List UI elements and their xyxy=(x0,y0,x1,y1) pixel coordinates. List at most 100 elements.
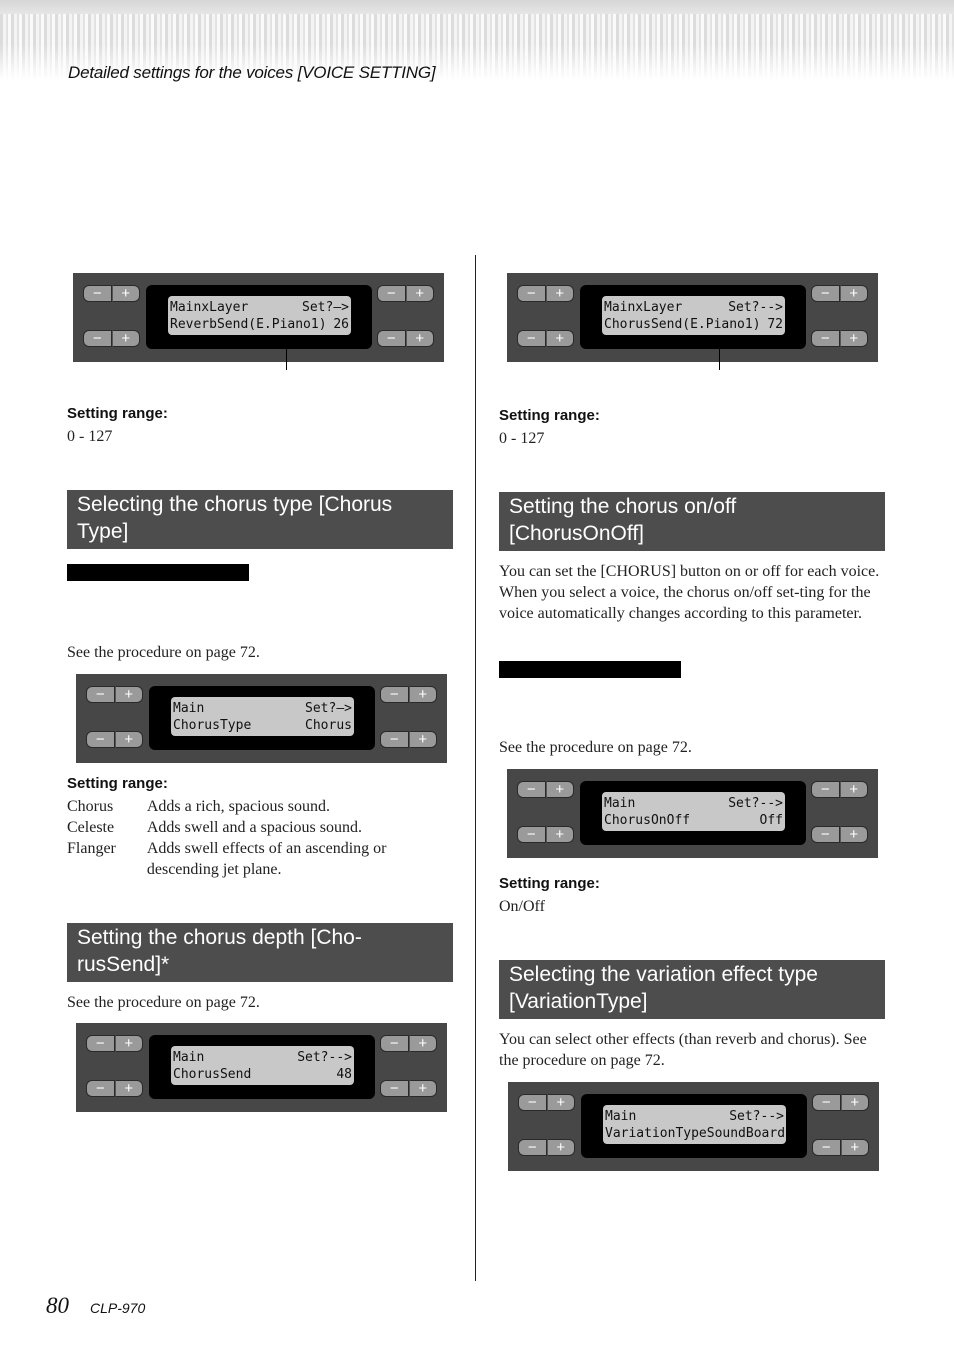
setting-range-value: On/Off xyxy=(499,898,545,915)
lcd-parameter: Main xyxy=(173,701,205,716)
callout-line xyxy=(719,338,720,370)
procedure-text: See the procedure on page 72. xyxy=(499,739,692,756)
minus-button[interactable]: − xyxy=(83,330,112,347)
minus-button[interactable]: − xyxy=(377,330,406,347)
lcd-frame: Main Set?--> VariationType SoundBoard xyxy=(581,1094,807,1158)
plus-button[interactable]: + xyxy=(408,1035,437,1052)
lcd-frame: MainxLayer Set?—> ReverbSend(E.Piano1) 26 xyxy=(146,285,372,349)
minus-button[interactable]: − xyxy=(812,1139,841,1156)
lcd-panel-reverb-send: − + − + − + − + MainxLayer Set?—> ReverbSend(E.Pia… xyxy=(73,273,444,362)
procedure-text: See the procedure on page 72. xyxy=(67,994,260,1011)
plus-button[interactable]: + xyxy=(546,1139,575,1156)
lcd-parameter: Main xyxy=(173,1050,205,1065)
header-banner-strip xyxy=(0,0,954,14)
plus-button[interactable]: + xyxy=(545,826,574,843)
option-name: Celeste xyxy=(67,819,115,836)
plus-button[interactable]: + xyxy=(111,330,140,347)
plus-button[interactable]: + xyxy=(546,1094,575,1111)
plus-button[interactable]: + xyxy=(111,285,140,302)
plus-button[interactable]: + xyxy=(545,330,574,347)
setting-range-label: Setting range: xyxy=(67,775,168,792)
minus-button[interactable]: − xyxy=(380,1080,409,1097)
button-pair-lower-right: − + xyxy=(377,330,434,347)
lcd-frame: Main Set?--> ChorusOnOff Off xyxy=(580,781,806,845)
minus-button[interactable]: − xyxy=(811,285,840,302)
option-name: Flanger xyxy=(67,840,116,857)
plus-button[interactable]: + xyxy=(408,731,437,748)
lcd-line-1: MainxLayer Set?--> xyxy=(604,299,783,316)
lcd-parameter: ChorusSend(E.Piano1) xyxy=(604,317,761,332)
button-pair-upper-right: − + xyxy=(377,285,434,302)
button-pair-upper-right: − + xyxy=(380,686,437,703)
minus-button[interactable]: − xyxy=(83,285,112,302)
lcd-value: Set?—> xyxy=(302,300,349,315)
minus-button[interactable]: − xyxy=(380,1035,409,1052)
minus-button[interactable]: − xyxy=(517,330,546,347)
plus-button[interactable]: + xyxy=(545,781,574,798)
description-text: You can select other effects (than rever… xyxy=(499,1031,867,1069)
lcd-line-2: ChorusSend 48 xyxy=(173,1066,352,1083)
lcd-parameter: Main xyxy=(605,1109,637,1124)
minus-button[interactable]: − xyxy=(518,1139,547,1156)
minus-button[interactable]: − xyxy=(380,686,409,703)
minus-button[interactable]: − xyxy=(86,1035,115,1052)
lcd-panel-chorus-onoff: − + − + − + − + Main Set?--> ChorusOnOff Off xyxy=(507,769,878,858)
lcd-display: MainxLayer Set?—> ReverbSend(E.Piano1) 26 xyxy=(168,296,351,335)
lcd-value: 72 xyxy=(767,317,783,332)
setting-range-label: Setting range: xyxy=(67,405,168,422)
lcd-value: Set?--> xyxy=(728,796,783,811)
minus-button[interactable]: − xyxy=(517,826,546,843)
minus-button[interactable]: − xyxy=(86,686,115,703)
lcd-parameter: ChorusOnOff xyxy=(604,813,691,828)
lcd-line-2: ChorusType Chorus xyxy=(173,717,352,734)
callout-line xyxy=(286,338,287,370)
lcd-frame: MainxLayer Set?--> ChorusSend(E.Piano1) 72 xyxy=(580,285,806,349)
button-pair-lower-left: − + xyxy=(517,826,574,843)
setting-range-label: Setting range: xyxy=(499,875,600,892)
lcd-panel-chorus-type: − + − + − + − + Main Set?—> ChorusType Chorus xyxy=(76,674,447,763)
plus-button[interactable]: + xyxy=(114,1035,143,1052)
minus-button[interactable]: − xyxy=(86,731,115,748)
minus-button[interactable]: − xyxy=(811,826,840,843)
plus-button[interactable]: + xyxy=(114,731,143,748)
minus-button[interactable]: − xyxy=(518,1094,547,1111)
minus-button[interactable]: − xyxy=(811,781,840,798)
section-heading-chorus-type: Selecting the chorus type [Chorus Type] xyxy=(67,490,453,549)
button-pair-lower-right: − + xyxy=(811,826,868,843)
plus-button[interactable]: + xyxy=(840,1094,869,1111)
redacted-bar xyxy=(67,564,249,581)
plus-button[interactable]: + xyxy=(408,686,437,703)
option-row: Celeste Adds swell and a spacious sound. xyxy=(67,817,427,838)
plus-button[interactable]: + xyxy=(839,826,868,843)
plus-button[interactable]: + xyxy=(840,1139,869,1156)
model-name: CLP-970 xyxy=(90,1300,146,1316)
minus-button[interactable]: − xyxy=(377,285,406,302)
option-row: Chorus Adds a rich, spacious sound. xyxy=(67,796,427,817)
plus-button[interactable]: + xyxy=(839,285,868,302)
minus-button[interactable]: − xyxy=(86,1080,115,1097)
lcd-value: 26 xyxy=(333,317,349,332)
minus-button[interactable]: − xyxy=(517,285,546,302)
section-heading-variation-type: Selecting the variation effect type [Var… xyxy=(499,960,885,1019)
minus-button[interactable]: − xyxy=(811,330,840,347)
lcd-line-2: ChorusOnOff Off xyxy=(604,812,783,829)
plus-button[interactable]: + xyxy=(114,1080,143,1097)
minus-button[interactable]: − xyxy=(380,731,409,748)
plus-button[interactable]: + xyxy=(405,285,434,302)
plus-button[interactable]: + xyxy=(114,686,143,703)
minus-button[interactable]: − xyxy=(517,781,546,798)
section-heading-chorus-onoff: Setting the chorus on/off [ChorusOnOff] xyxy=(499,492,885,551)
plus-button[interactable]: + xyxy=(545,285,574,302)
column-divider xyxy=(475,255,476,1281)
option-desc: Adds swell effects of an ascending or de… xyxy=(146,840,387,878)
lcd-frame: Main Set?—> ChorusType Chorus xyxy=(149,686,375,750)
plus-button[interactable]: + xyxy=(405,330,434,347)
minus-button[interactable]: − xyxy=(812,1094,841,1111)
lcd-display: Main Set?--> ChorusOnOff Off xyxy=(602,792,785,831)
plus-button[interactable]: + xyxy=(839,781,868,798)
button-pair-lower-left: − + xyxy=(83,330,140,347)
lcd-line-1: Main Set?--> xyxy=(605,1108,784,1125)
plus-button[interactable]: + xyxy=(408,1080,437,1097)
button-pair-lower-right: − + xyxy=(380,1080,437,1097)
plus-button[interactable]: + xyxy=(839,330,868,347)
